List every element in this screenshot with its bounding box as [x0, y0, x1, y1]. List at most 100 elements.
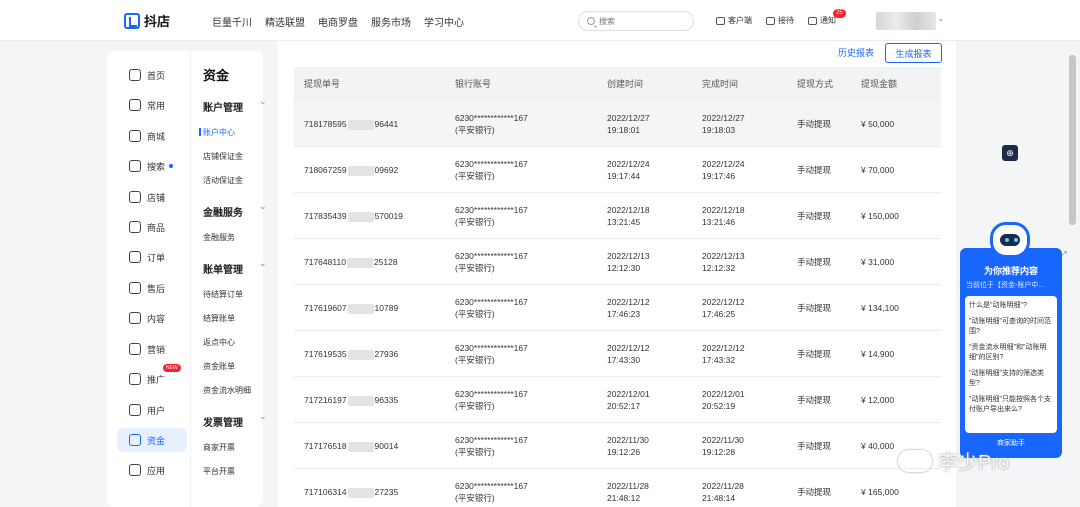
cell-c-time: 19:17:44: [607, 171, 641, 181]
table-row[interactable]: 718067259 09692 6230************167 (平安银行) 2…: [294, 147, 941, 193]
nav-item-qianchuan[interactable]: 巨量千川: [212, 14, 252, 29]
assistant-subtitle: 当前位于【资金-账户中...: [966, 282, 1045, 289]
assistant-question[interactable]: "资金流水明细"和"动账明细"的区别?: [969, 343, 1053, 363]
table-row[interactable]: 717176518 90014 6230************167 (平安银行) 2…: [294, 423, 941, 469]
menu-item-marketing[interactable]: 营销: [117, 337, 187, 361]
submenu-account-center[interactable]: 账户中心: [199, 127, 235, 138]
menu-item-product[interactable]: 商品: [117, 215, 187, 239]
submenu-settlement[interactable]: 结算账单: [203, 313, 235, 324]
group-account[interactable]: 账户管理: [203, 96, 267, 114]
cell-finished: 2022/12/27 19:18:03: [702, 112, 745, 136]
table-row[interactable]: 717648110 25128 6230************167 (平安银行) 2…: [294, 239, 941, 285]
client-button[interactable]: 客户端: [716, 15, 752, 26]
cell-f-date: 2022/12/01: [702, 389, 745, 399]
menu-item-store[interactable]: 店铺: [117, 185, 187, 209]
cell-finished: 2022/12/12 17:43:32: [702, 342, 745, 366]
submenu-rebate[interactable]: 返点中心: [203, 337, 235, 348]
group-invoice[interactable]: 发票管理: [203, 411, 267, 429]
cell-c-date: 2022/12/12: [607, 297, 650, 307]
cell-bank: 6230************167: [455, 113, 528, 123]
cell-amount: ¥ 12,000: [861, 394, 894, 406]
receive-label: 接待: [778, 16, 794, 25]
assistant-question[interactable]: 什么是"动账明细"?: [969, 301, 1053, 311]
submenu-merchant-invoice[interactable]: 商家开票: [203, 442, 235, 453]
notify-button[interactable]: 通知 25: [808, 9, 846, 26]
nav-item-compass[interactable]: 电商罗盘: [318, 14, 358, 29]
id-suffix: 09692: [374, 165, 399, 175]
cell-f-time: 13:21:46: [702, 217, 736, 227]
menu-item-common[interactable]: 常用: [117, 93, 187, 117]
submenu-activity-deposit[interactable]: 活动保证金: [203, 175, 243, 186]
id-suffix: 570019: [374, 211, 403, 221]
search-box[interactable]: [578, 11, 694, 31]
table-row[interactable]: 717619607 10789 6230************167 (平安银行) 2…: [294, 285, 941, 331]
cell-finished: 2022/12/18 13:21:46: [702, 204, 745, 228]
cell-c-time: 21:48:12: [607, 493, 641, 503]
group-bills[interactable]: 账单管理: [203, 258, 267, 276]
table-row[interactable]: 718178595 96441 6230************167 (平安银行) 2…: [294, 101, 941, 147]
expand-icon[interactable]: ⤢: [1060, 250, 1066, 260]
redacted-mask: [347, 211, 374, 222]
table-row[interactable]: 717619535 27936 6230************167 (平安银行) 2…: [294, 331, 941, 377]
float-tool-icon[interactable]: ⊕: [1002, 145, 1018, 161]
nav-item-market[interactable]: 服务市场: [371, 14, 411, 29]
submenu-pending-orders[interactable]: 待结算订单: [203, 289, 243, 300]
cell-method: 手动提现: [797, 164, 831, 176]
table-row[interactable]: 717835439 570019 6230************167 (平安银行)…: [294, 193, 941, 239]
submenu-finance[interactable]: 金融服务: [203, 232, 235, 243]
assistant-question[interactable]: "动账明细"可查询的时间范围?: [969, 317, 1053, 337]
menu-label: 营销: [147, 344, 166, 355]
redacted-mask: [347, 119, 374, 130]
cell-method: 手动提现: [797, 165, 832, 175]
menu-item-content[interactable]: 内容: [117, 306, 187, 330]
cell-method: 手动提现: [797, 441, 832, 451]
menu-item-funds[interactable]: 资金: [117, 428, 187, 452]
assistant-question[interactable]: "动账明细"只能按照各个支付账户导出来么?: [969, 395, 1053, 415]
assistant-question[interactable]: "动账明细"支持的筛选类型?: [969, 369, 1053, 389]
menu-item-mall[interactable]: 商城: [117, 124, 187, 148]
cell-withdraw-id: 717106314 27235: [304, 486, 398, 498]
cell-created: 2022/12/13 12:12:30: [607, 250, 650, 274]
order-icon: [129, 251, 141, 263]
menu-item-promotion[interactable]: 推广 NEW: [117, 364, 187, 391]
table-row[interactable]: 717106314 27235 6230************167 (平安银行) 2…: [294, 469, 941, 507]
avatar[interactable]: [876, 12, 936, 30]
cell-c-date: 2022/12/27: [607, 113, 650, 123]
menu-item-aftersale[interactable]: 售后: [117, 276, 187, 300]
withdrawal-table: 提现单号 银行账号 创建时间 完成时间 提现方式 提现金额 718178595 9…: [294, 67, 941, 507]
nav-item-alliance[interactable]: 精选联盟: [265, 14, 305, 29]
cell-f-time: 21:48:14: [702, 493, 736, 503]
cell-bank-name: (平安银行): [455, 263, 495, 273]
submenu-platform-invoice[interactable]: 平台开票: [203, 466, 235, 477]
history-report-link[interactable]: 历史报表: [838, 46, 874, 59]
cell-finished: 2022/11/28 21:48:14: [702, 480, 744, 504]
cell-method: 手动提现: [797, 210, 831, 222]
watermark: 李少Pro: [898, 446, 1009, 475]
menu-label: 首页: [147, 70, 166, 81]
cell-method: 手动提现: [797, 211, 832, 221]
chevron-down-icon[interactable]: ⌄: [938, 15, 944, 23]
submenu-fund-bill[interactable]: 资金账单: [203, 361, 235, 372]
group-finance[interactable]: 金融服务: [203, 201, 267, 219]
menu-item-apps[interactable]: 应用: [117, 458, 187, 482]
submenu-fund-flow[interactable]: 资金流水明细: [203, 385, 251, 396]
nav-item-learning[interactable]: 学习中心: [424, 14, 464, 29]
section-title: 资金: [203, 68, 230, 83]
cell-c-time: 19:18:01: [607, 125, 641, 135]
menu-item-user[interactable]: 用户: [117, 398, 187, 422]
client-label: 客户端: [728, 16, 752, 25]
generate-report-button[interactable]: 生成报表: [885, 43, 942, 63]
id-suffix: 96335: [374, 395, 399, 405]
submenu-store-deposit[interactable]: 店铺保证金: [203, 151, 243, 162]
table-row[interactable]: 717216197 96335 6230************167 (平安银行) 2…: [294, 377, 941, 423]
search-input[interactable]: [599, 16, 679, 26]
menu-item-search[interactable]: 搜索: [117, 154, 187, 178]
scrollbar[interactable]: [1069, 55, 1076, 225]
id-prefix: 717619535: [304, 349, 347, 359]
menu-item-order[interactable]: 订单: [117, 245, 187, 269]
menu-item-home[interactable]: 首页: [117, 63, 187, 87]
receive-button[interactable]: 接待: [766, 15, 794, 26]
menu-label: 推广: [147, 374, 166, 385]
robot-avatar-icon[interactable]: [990, 222, 1030, 258]
logo[interactable]: 抖店: [124, 11, 170, 30]
